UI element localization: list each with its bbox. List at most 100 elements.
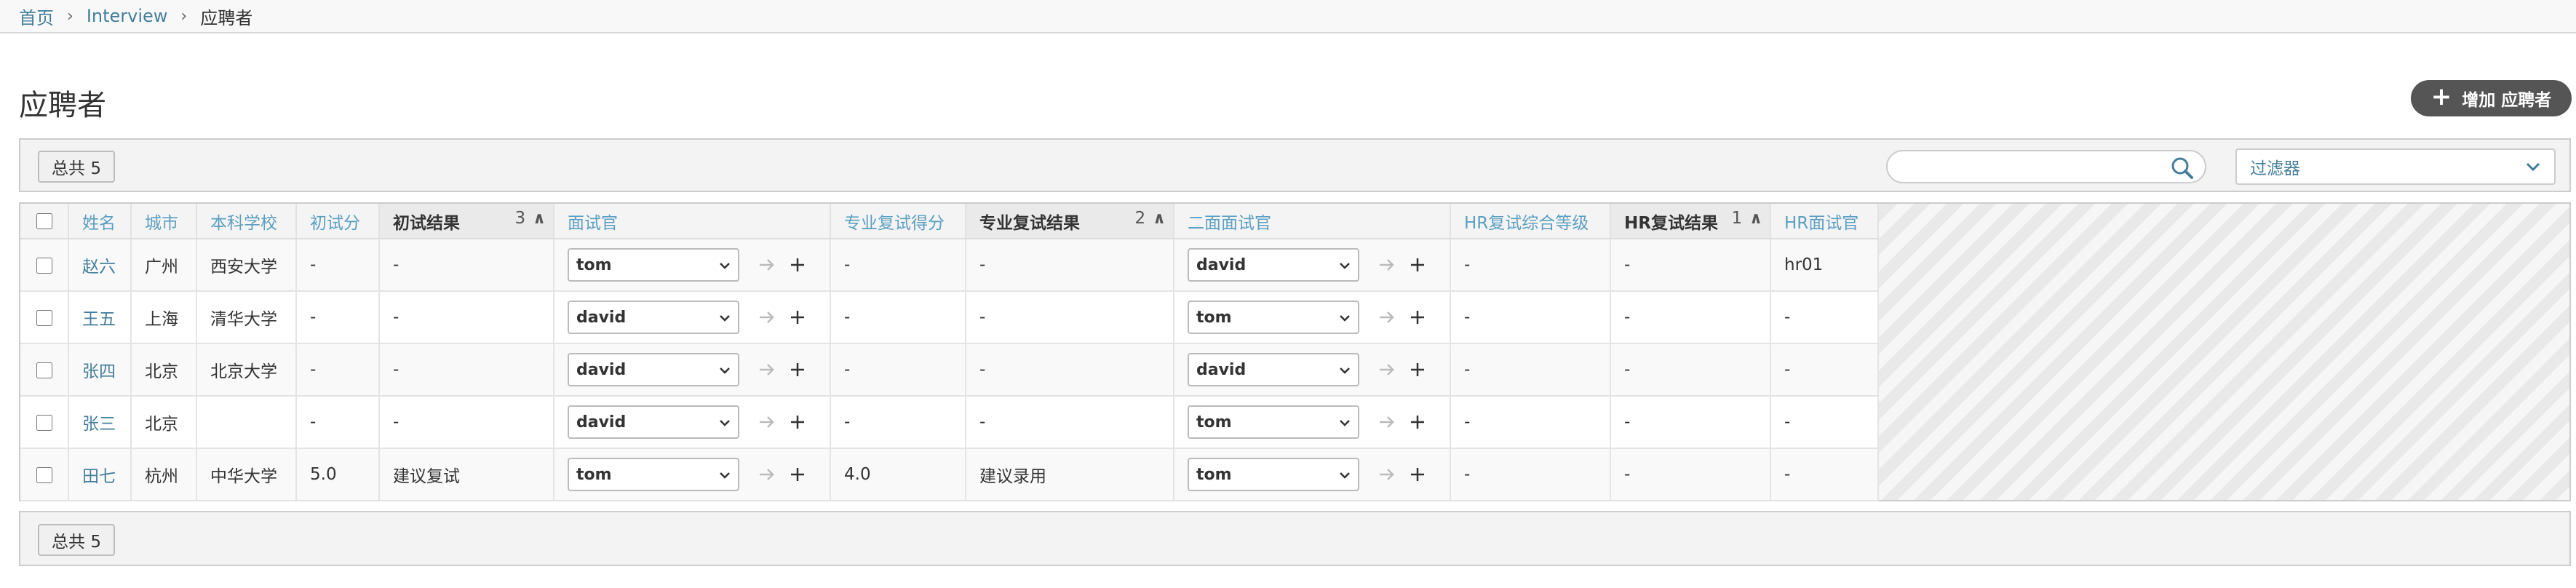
related-actions bbox=[1378, 413, 1427, 432]
row-checkbox[interactable] bbox=[36, 257, 52, 274]
plus-icon[interactable] bbox=[788, 308, 807, 327]
plus-icon[interactable] bbox=[788, 465, 807, 484]
interviewer-select[interactable]: tom bbox=[568, 458, 739, 491]
second-interviewer-select[interactable]: tom bbox=[1188, 458, 1359, 491]
second-interviewer-select-value: tom bbox=[1196, 413, 1232, 432]
row-checkbox[interactable] bbox=[36, 309, 52, 326]
plus-icon[interactable] bbox=[788, 360, 807, 379]
hr-interviewer-cell: - bbox=[1770, 448, 1879, 501]
first-result-cell: - bbox=[379, 291, 554, 344]
table-row: 张三 北京 - - david - - tom - - - bbox=[20, 396, 1879, 449]
second-score-cell: - bbox=[830, 291, 966, 344]
second-interviewer-select[interactable]: david bbox=[1188, 353, 1359, 386]
breadcrumb-app[interactable]: Interview bbox=[87, 6, 168, 26]
filter-label: 过滤器 bbox=[2250, 159, 2300, 178]
interviewer-cell: david bbox=[554, 343, 831, 397]
select-all-checkbox[interactable] bbox=[36, 213, 52, 229]
chevron-down-icon bbox=[1340, 472, 1350, 479]
interviewer-select[interactable]: david bbox=[568, 405, 739, 439]
column-header-hr-interviewer[interactable]: HR面试官 bbox=[1770, 204, 1879, 239]
plus-icon[interactable] bbox=[1408, 413, 1427, 432]
candidate-name-link[interactable]: 王五 bbox=[82, 310, 116, 329]
column-header-school[interactable]: 本科学校 bbox=[196, 204, 297, 239]
chevron-down-icon bbox=[720, 315, 730, 322]
interviewer-select-value: david bbox=[576, 308, 627, 327]
candidate-name-link[interactable]: 张三 bbox=[82, 415, 116, 434]
interviewer-select[interactable]: tom bbox=[568, 248, 739, 282]
related-actions bbox=[758, 360, 807, 379]
column-header-second-score[interactable]: 专业复试得分 bbox=[830, 204, 966, 239]
add-candidate-label: 增加 应聘者 bbox=[2462, 91, 2552, 110]
breadcrumb-home[interactable]: 首页 bbox=[19, 4, 54, 29]
second-interviewer-select[interactable]: tom bbox=[1188, 405, 1359, 439]
chevron-down-icon bbox=[1340, 315, 1350, 322]
arrow-right-icon[interactable] bbox=[758, 413, 776, 432]
arrow-right-icon[interactable] bbox=[1378, 308, 1396, 327]
row-checkbox[interactable] bbox=[36, 466, 52, 483]
plus-icon[interactable] bbox=[788, 413, 807, 432]
table-row: 赵六 广州 西安大学 - - tom - - david - - hr01 bbox=[20, 239, 1879, 292]
show-all-count-button[interactable]: 总共 5 bbox=[38, 151, 115, 183]
column-header-interviewer[interactable]: 面试官 bbox=[554, 204, 831, 239]
sort-priority: 3 bbox=[514, 208, 526, 228]
interviewer-select[interactable]: david bbox=[568, 353, 739, 386]
arrow-right-icon[interactable] bbox=[758, 308, 776, 327]
first-score-cell: - bbox=[296, 291, 380, 344]
select-all-header bbox=[20, 204, 69, 239]
column-header-second-interviewer[interactable]: 二面面试官 bbox=[1174, 204, 1451, 239]
show-all-count-button[interactable]: 总共 5 bbox=[38, 524, 115, 556]
candidate-name-link[interactable]: 赵六 bbox=[82, 258, 116, 277]
column-header-second-result[interactable]: 专业复试结果 2 ∧ bbox=[966, 204, 1174, 239]
arrow-right-icon[interactable] bbox=[758, 465, 776, 484]
plus-icon[interactable] bbox=[1408, 255, 1427, 274]
column-header-city[interactable]: 城市 bbox=[131, 204, 197, 239]
column-header-hr-grade[interactable]: HR复试综合等级 bbox=[1450, 204, 1611, 239]
candidate-name-link[interactable]: 张四 bbox=[82, 362, 116, 381]
second-interviewer-select[interactable]: tom bbox=[1188, 301, 1359, 334]
column-header-first-result[interactable]: 初试结果 3 ∧ bbox=[379, 204, 554, 239]
filter-dropdown[interactable]: 过滤器 bbox=[2235, 148, 2556, 185]
interviewer-select-value: tom bbox=[576, 255, 612, 274]
school-cell: 中华大学 bbox=[196, 448, 297, 501]
sort-indicator[interactable]: 3 ∧ bbox=[514, 209, 546, 228]
column-header-first-score[interactable]: 初试分 bbox=[296, 204, 380, 239]
page-title: 应聘者 bbox=[19, 89, 106, 122]
plus-icon[interactable] bbox=[788, 255, 807, 274]
sort-indicator[interactable]: 1 ∧ bbox=[1731, 209, 1762, 228]
search-icon[interactable] bbox=[2170, 156, 2195, 180]
hr-result-cell: - bbox=[1610, 396, 1771, 449]
arrow-right-icon[interactable] bbox=[1378, 360, 1396, 379]
second-interviewer-select[interactable]: david bbox=[1188, 248, 1359, 282]
name-cell: 王五 bbox=[68, 291, 132, 344]
second-interviewer-cell: david bbox=[1174, 343, 1451, 397]
add-candidate-button[interactable]: + 增加 应聘者 bbox=[2411, 80, 2572, 116]
interviewer-select-value: tom bbox=[576, 465, 612, 484]
arrow-right-icon[interactable] bbox=[1378, 465, 1396, 484]
school-cell: 清华大学 bbox=[196, 291, 297, 344]
second-result-cell: - bbox=[966, 343, 1174, 397]
chevron-down-icon bbox=[720, 420, 730, 426]
interviewer-cell: tom bbox=[554, 448, 831, 501]
plus-icon[interactable] bbox=[1408, 465, 1427, 484]
row-checkbox[interactable] bbox=[36, 362, 52, 378]
interviewer-select[interactable]: david bbox=[568, 301, 739, 334]
candidate-name-link[interactable]: 田七 bbox=[82, 467, 116, 486]
arrow-right-icon[interactable] bbox=[1378, 413, 1396, 432]
search-input[interactable] bbox=[1899, 156, 2147, 179]
arrow-right-icon[interactable] bbox=[758, 255, 776, 274]
sort-indicator[interactable]: 2 ∧ bbox=[1134, 209, 1166, 228]
second-interviewer-select-value: tom bbox=[1196, 308, 1232, 327]
plus-icon[interactable] bbox=[1408, 360, 1427, 379]
sort-ascending-icon: ∧ bbox=[533, 209, 546, 228]
arrow-right-icon[interactable] bbox=[758, 360, 776, 379]
column-header-first-result-label: 初试结果 bbox=[393, 213, 460, 233]
row-checkbox[interactable] bbox=[36, 414, 52, 431]
column-header-name[interactable]: 姓名 bbox=[68, 204, 132, 239]
changelist-toolbar: 总共 5 过滤器 bbox=[19, 138, 2571, 192]
related-actions bbox=[1378, 308, 1427, 327]
column-header-hr-result[interactable]: HR复试结果 1 ∧ bbox=[1610, 204, 1771, 239]
plus-icon[interactable] bbox=[1408, 308, 1427, 327]
arrow-right-icon[interactable] bbox=[1378, 255, 1396, 274]
row-select-cell bbox=[20, 396, 69, 449]
row-select-cell bbox=[20, 239, 69, 292]
